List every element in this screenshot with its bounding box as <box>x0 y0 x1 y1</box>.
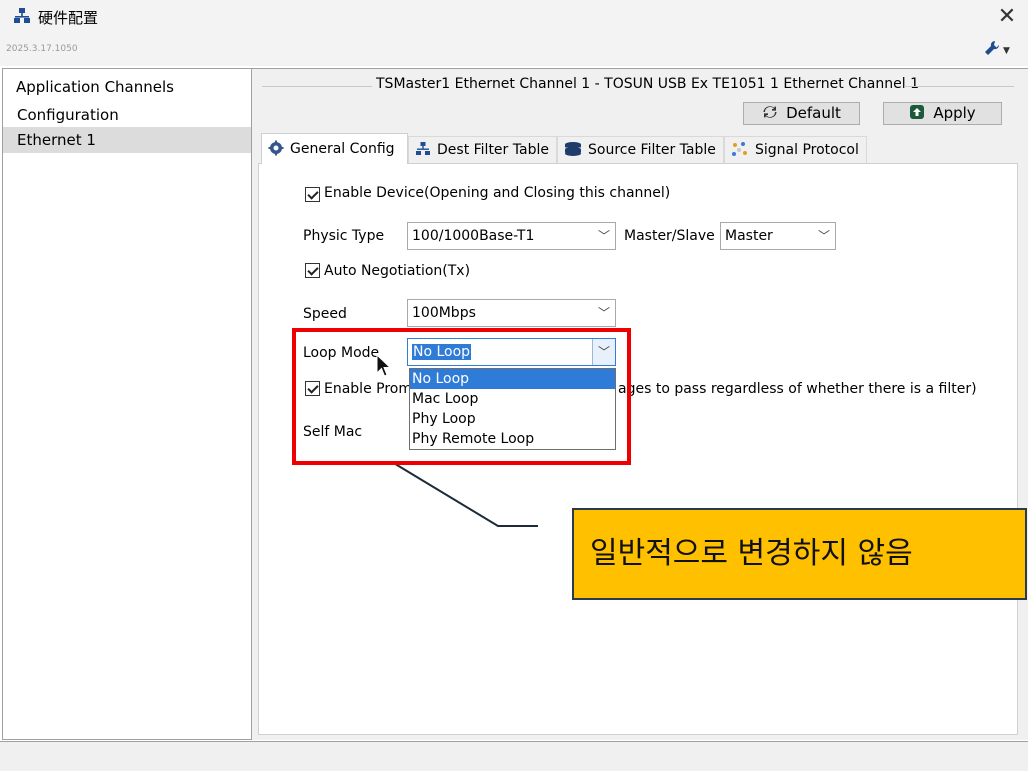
chevron-down-icon: ﹀ <box>597 229 610 243</box>
callout-connector <box>391 461 538 527</box>
status-bar <box>0 741 1028 771</box>
tab-general-config-label: General Config <box>290 141 395 157</box>
stack-icon <box>565 142 581 156</box>
enable-device-label: Enable Device(Opening and Closing this c… <box>324 185 671 201</box>
tab-signal-protocol[interactable]: Signal Protocol <box>724 136 867 163</box>
config-tabs: General Config Dest Filter Table Source … <box>258 133 1018 164</box>
apply-icon <box>910 105 925 119</box>
speed-select[interactable]: 100Mbps ﹀ <box>407 299 616 327</box>
group-divider <box>904 86 1014 87</box>
mouse-cursor-icon <box>376 354 392 377</box>
tab-dest-filter-table[interactable]: Dest Filter Table <box>408 136 557 163</box>
tab-dest-filter-label: Dest Filter Table <box>437 142 549 158</box>
physic-type-value: 100/1000Base-T1 <box>412 228 535 244</box>
hardware-config-icon <box>14 8 30 23</box>
tree-item-configuration[interactable]: Configuration <box>3 102 251 128</box>
window-title: 硬件配置 <box>38 9 99 27</box>
tab-source-filter-table[interactable]: Source Filter Table <box>557 136 724 163</box>
close-button[interactable]: ✕ <box>994 4 1020 30</box>
tab-general-config[interactable]: General Config <box>261 133 408 164</box>
speed-label: Speed <box>303 306 347 322</box>
refresh-icon <box>763 106 777 118</box>
physic-type-select[interactable]: 100/1000Base-T1 ﹀ <box>407 222 616 250</box>
wrench-icon <box>985 40 1000 55</box>
annotation-callout: 일반적으로 변경하지 않음 <box>572 508 1027 600</box>
master-slave-value: Master <box>725 228 773 244</box>
default-button[interactable]: Default <box>743 102 860 125</box>
chevron-down-icon: ﹀ <box>817 229 830 243</box>
auto-negotiation-label: Auto Negotiation(Tx) <box>324 263 471 279</box>
master-slave-label: Master/Slave <box>624 228 715 244</box>
signal-icon <box>732 142 747 156</box>
tab-source-filter-label: Source Filter Table <box>588 142 716 158</box>
enable-device-checkbox[interactable] <box>305 187 320 202</box>
version-text: 2025.3.17.1050 <box>6 44 78 54</box>
promiscuous-label-end: ages to pass regardless of whether there… <box>618 381 977 397</box>
chevron-down-icon: ﹀ <box>597 306 610 320</box>
auto-negotiation-checkbox[interactable] <box>305 263 320 278</box>
tools-menu-button[interactable]: ▼ <box>984 40 1020 62</box>
highlight-box <box>292 328 631 465</box>
channel-group-title: TSMaster1 Ethernet Channel 1 - TOSUN USB… <box>376 76 919 92</box>
title-bar: 硬件配置 2025.3.17.1050 ✕ ▼ <box>0 0 1028 66</box>
group-divider <box>262 86 372 87</box>
master-slave-select[interactable]: Master ﹀ <box>720 222 836 250</box>
default-button-label: Default <box>786 104 841 122</box>
tree-item-application-channels[interactable]: Application Channels <box>3 74 251 100</box>
tree-item-ethernet-1[interactable]: Ethernet 1 <box>3 127 251 153</box>
gear-icon <box>268 140 284 156</box>
physic-type-label: Physic Type <box>303 228 385 244</box>
speed-value: 100Mbps <box>412 305 476 321</box>
channel-tree: Application Channels Configuration Ether… <box>2 68 252 740</box>
chevron-down-icon: ▼ <box>1003 46 1010 56</box>
tab-signal-protocol-label: Signal Protocol <box>755 142 859 158</box>
apply-button-label: Apply <box>933 104 976 122</box>
network-icon <box>416 142 430 155</box>
apply-button[interactable]: Apply <box>883 102 1002 125</box>
